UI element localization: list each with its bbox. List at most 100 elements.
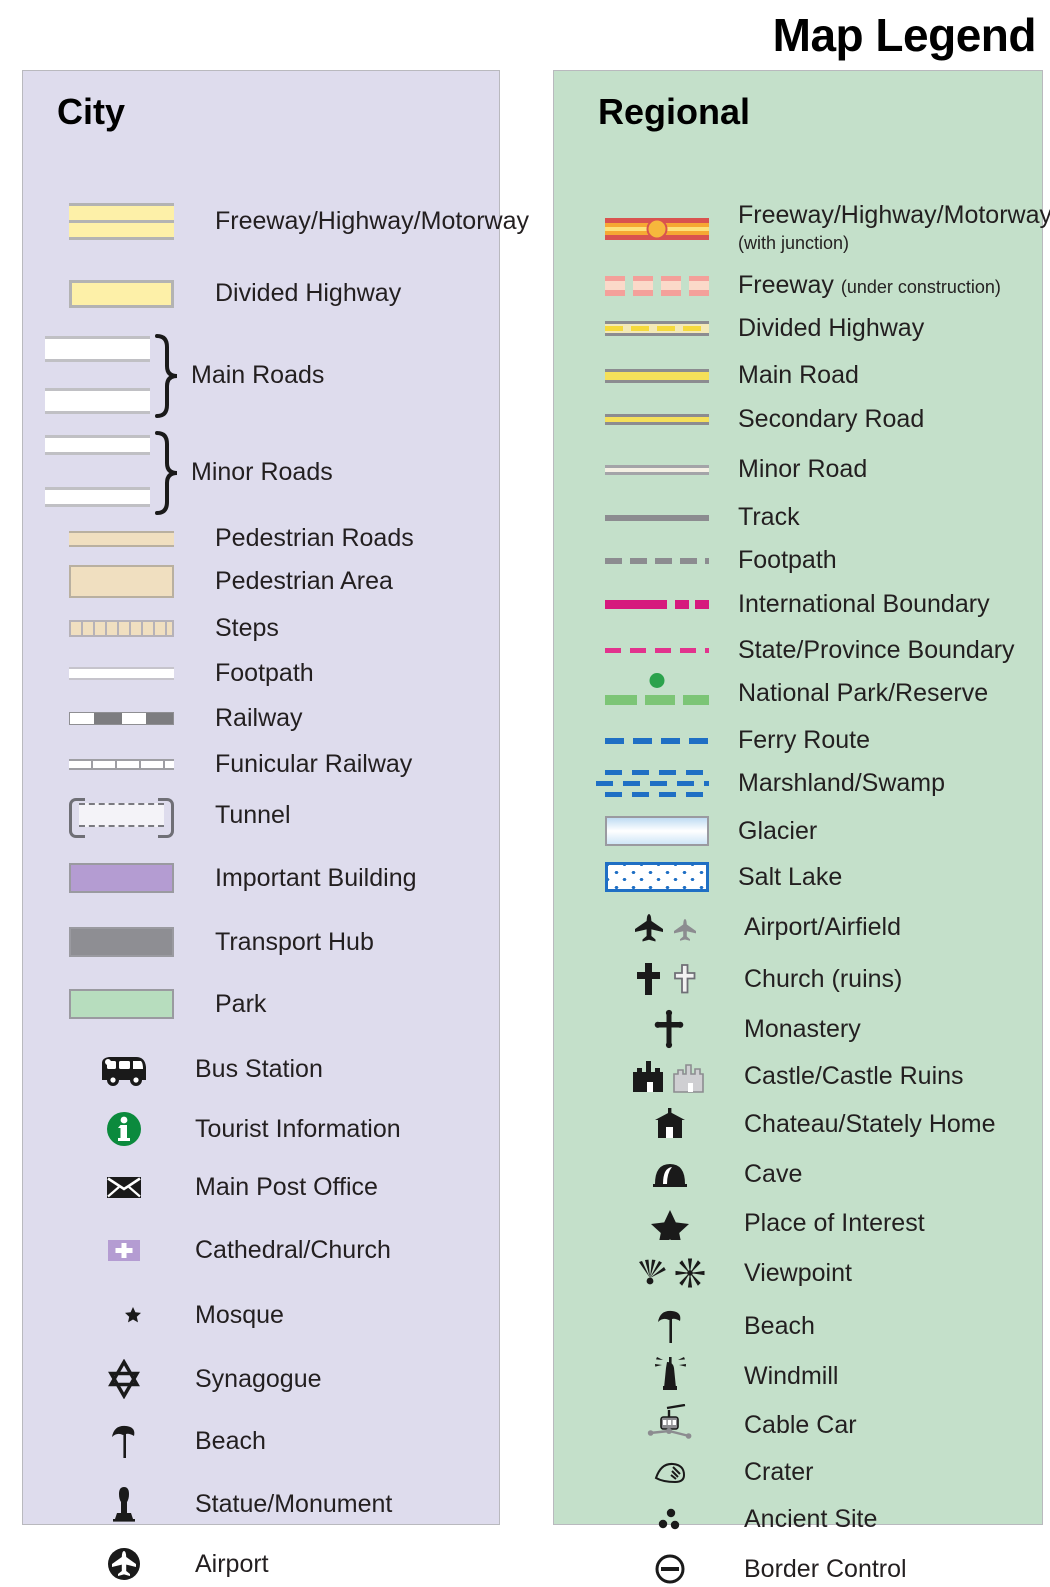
legend-label: Ancient Site [744,1504,878,1533]
funicular-ticked-line-symbol [45,759,197,770]
legend-row-regional-crater: Crater [614,1456,813,1488]
purple-block-symbol [45,863,197,893]
legend-label: Border Control [744,1554,907,1583]
green-block-symbol [45,989,197,1019]
page-title: Map Legend [772,9,1037,61]
legend-sublabel: (under construction) [840,277,1001,297]
legend-row-city-footpath: Footpath [45,659,314,688]
legend-label: Pedestrian Area [215,567,393,595]
legend-label: Minor Road [738,455,868,483]
railway-dashed-block-line-symbol [45,712,197,725]
legend-row-city-important-building: Important Building [45,863,417,893]
legend-row-city-divided-highway: Divided Highway [45,279,401,308]
legend-label: Airport/Airfield [744,912,901,941]
international-boundary-line-symbol [598,600,716,609]
glacier-block-symbol [598,816,716,846]
footpath-dashed-line-symbol [598,557,716,564]
beach-umbrella-icon [81,1421,167,1461]
cross-pair-icon [614,959,726,999]
legend-label: Church (ruins) [744,964,903,993]
ferry-route-line-symbol [598,737,716,744]
legend-row-city-tunnel: Tunnel [45,794,291,838]
legend-row-city-statue-monument: Statue/Monument [81,1483,392,1525]
legend-label: Marshland/Swamp [738,769,946,797]
legend-label: Bus Station [195,1054,323,1083]
legend-row-regional-monastery: Monastery [614,1009,861,1049]
secondary-road-line-symbol [598,414,716,425]
legend-label: Main Roads [191,360,325,389]
gray-block-symbol [45,927,197,957]
legend-row-city-freeway: Freeway/Highway/Motorway [45,203,529,240]
freeway-junction-line-symbol [598,217,716,240]
crescent-star-icon [81,1296,167,1334]
legend-row-regional-salt-lake: Salt Lake [598,862,842,892]
legend-row-city-tourist-information: Tourist Information [81,1108,401,1150]
legend-row-regional-freeway: Freeway/Highway/Motorway (with junction) [598,202,1050,254]
legend-row-city-railway: Railway [45,704,303,733]
legend-label: Track [738,503,800,531]
city-legend-panel: City Freeway/Highway/Motorway Divided Hi… [22,70,529,1580]
chateau-icon [614,1106,726,1142]
cross-on-purple-icon [81,1234,167,1266]
legend-row-city-pedestrian-roads: Pedestrian Roads [45,524,414,553]
legend-label: Monastery [744,1014,861,1043]
legend-row-regional-cave: Cave [614,1156,802,1192]
legend-row-regional-divided-highway: Divided Highway [598,314,924,343]
white-road-pair-thin-braced-symbol [45,431,197,515]
legend-row-regional-marshland: Marshland/Swamp [596,769,946,798]
legend-row-city-synagogue: Synagogue [81,1359,322,1399]
legend-label: National Park/Reserve [738,679,989,707]
legend-row-regional-ferry-route: Ferry Route [598,726,870,755]
legend-row-regional-windmill: Windmill [614,1356,838,1396]
statue-icon [81,1483,167,1525]
legend-row-city-park: Park [45,989,266,1019]
legend-label: Footpath [738,546,837,574]
freeway-under-construction-line-symbol [598,275,716,296]
legend-label: Beach [195,1426,266,1455]
legend-row-city-minor-roads: Minor Roads [45,431,333,515]
legend-row-regional-airport: Airport/Airfield [614,909,901,945]
bus-icon [81,1049,167,1089]
white-road-pair-braced-symbol [45,334,197,418]
main-road-line-symbol [598,368,716,383]
regional-legend-panel: Regional Freeway/Highway/Motorway (with … [553,70,1050,1584]
legend-row-city-steps: Steps [45,614,279,643]
legend-row-regional-main-road: Main Road [598,361,859,390]
legend-label: Freeway [738,271,834,299]
legend-row-regional-track: Track [598,503,800,532]
legend-label: Airport [195,1549,269,1578]
regional-panel-heading: Regional [598,91,751,132]
pedestrian-area-block-symbol [45,565,197,598]
tunnel-bracketed-dashed-symbol [45,794,197,838]
marshland-pattern-symbol [596,769,716,798]
legend-row-regional-state-boundary: State/Province Boundary [598,636,1015,665]
legend-row-city-cathedral-church: Cathedral/Church [81,1234,391,1266]
viewpoint-pair-icon [614,1256,726,1290]
legend-label: Cathedral/Church [195,1235,391,1264]
legend-row-regional-national-park: National Park/Reserve [598,669,988,708]
cave-icon [614,1156,726,1192]
legend-label: Park [215,989,267,1018]
legend-label: Steps [215,614,279,642]
legend-row-regional-castle: Castle/Castle Ruins [614,1056,964,1096]
legend-row-city-mosque: Mosque [81,1296,284,1334]
star-icon [614,1206,726,1240]
legend-label: Statue/Monument [195,1489,393,1518]
legend-label: Transport Hub [215,927,374,956]
windmill-icon [614,1356,726,1396]
legend-label: Cave [744,1159,803,1188]
legend-row-regional-international-boundary: International Boundary [598,590,990,619]
legend-row-city-transport-hub: Transport Hub [45,927,374,957]
national-park-line-symbol [598,672,716,705]
airplane-pair-icon [614,909,726,945]
beach-umbrella-icon [614,1306,726,1346]
legend-label: Salt Lake [738,862,843,891]
legend-label: Divided Highway [738,314,925,342]
legend-row-regional-ancient-site: Ancient Site [614,1503,877,1535]
legend-row-regional-beach: Beach [614,1306,815,1346]
track-line-symbol [598,514,716,521]
crater-icon [614,1456,726,1488]
legend-row-regional-footpath: Footpath [598,546,837,575]
legend-label: Windmill [744,1361,839,1390]
legend-label: Tunnel [215,800,291,829]
